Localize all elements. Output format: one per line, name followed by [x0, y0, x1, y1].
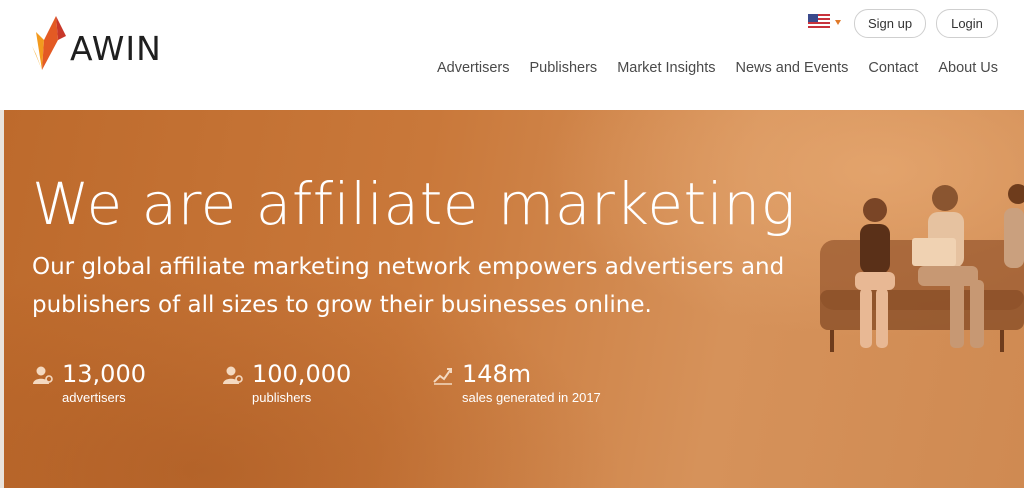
nav-item-about-us[interactable]: About Us: [938, 60, 998, 76]
signup-button[interactable]: Sign up: [854, 9, 926, 38]
stat-label: advertisers: [62, 390, 126, 405]
person-link-icon: [223, 366, 243, 384]
stat-label: sales generated in 2017: [462, 390, 601, 405]
person-link-icon: [33, 366, 53, 384]
nav-item-advertisers[interactable]: Advertisers: [437, 60, 510, 76]
hero-headline: We are affiliate marketing: [32, 170, 796, 238]
hero-edge: [0, 110, 4, 488]
flame-logo-icon: [32, 16, 66, 70]
stat-value: 148m: [462, 360, 532, 388]
stat-sales: 148m sales generated in 2017: [432, 360, 601, 405]
stat-value: 13,000: [62, 360, 146, 388]
growth-chart-icon: [433, 368, 452, 385]
hero-people-illustration: [820, 184, 1024, 352]
brand-name: AWIN: [70, 28, 162, 68]
nav-item-publishers[interactable]: Publishers: [529, 60, 597, 76]
awin-logo[interactable]: AWIN: [28, 10, 162, 78]
main-nav: Advertisers Publishers Market Insights N…: [437, 60, 998, 76]
stat-value: 100,000: [252, 360, 352, 388]
stat-label: publishers: [252, 390, 312, 405]
hero-subheading: Our global affiliate marketing network e…: [32, 254, 785, 318]
page: AWIN Sign up Login Advertisers Publisher…: [0, 0, 1024, 488]
stat-publishers: 100,000 publishers: [222, 360, 351, 405]
chevron-down-icon: [835, 19, 841, 25]
us-flag-icon: [808, 14, 830, 30]
nav-item-news-and-events[interactable]: News and Events: [736, 60, 849, 76]
hero-banner: We are affiliate marketing Our global af…: [0, 110, 1024, 488]
stat-advertisers: 13,000 advertisers: [32, 360, 146, 405]
locale-selector[interactable]: [808, 14, 841, 30]
login-button[interactable]: Login: [936, 9, 998, 38]
nav-item-contact[interactable]: Contact: [868, 60, 918, 76]
site-header: AWIN Sign up Login Advertisers Publisher…: [0, 0, 1024, 110]
nav-item-market-insights[interactable]: Market Insights: [617, 60, 715, 76]
